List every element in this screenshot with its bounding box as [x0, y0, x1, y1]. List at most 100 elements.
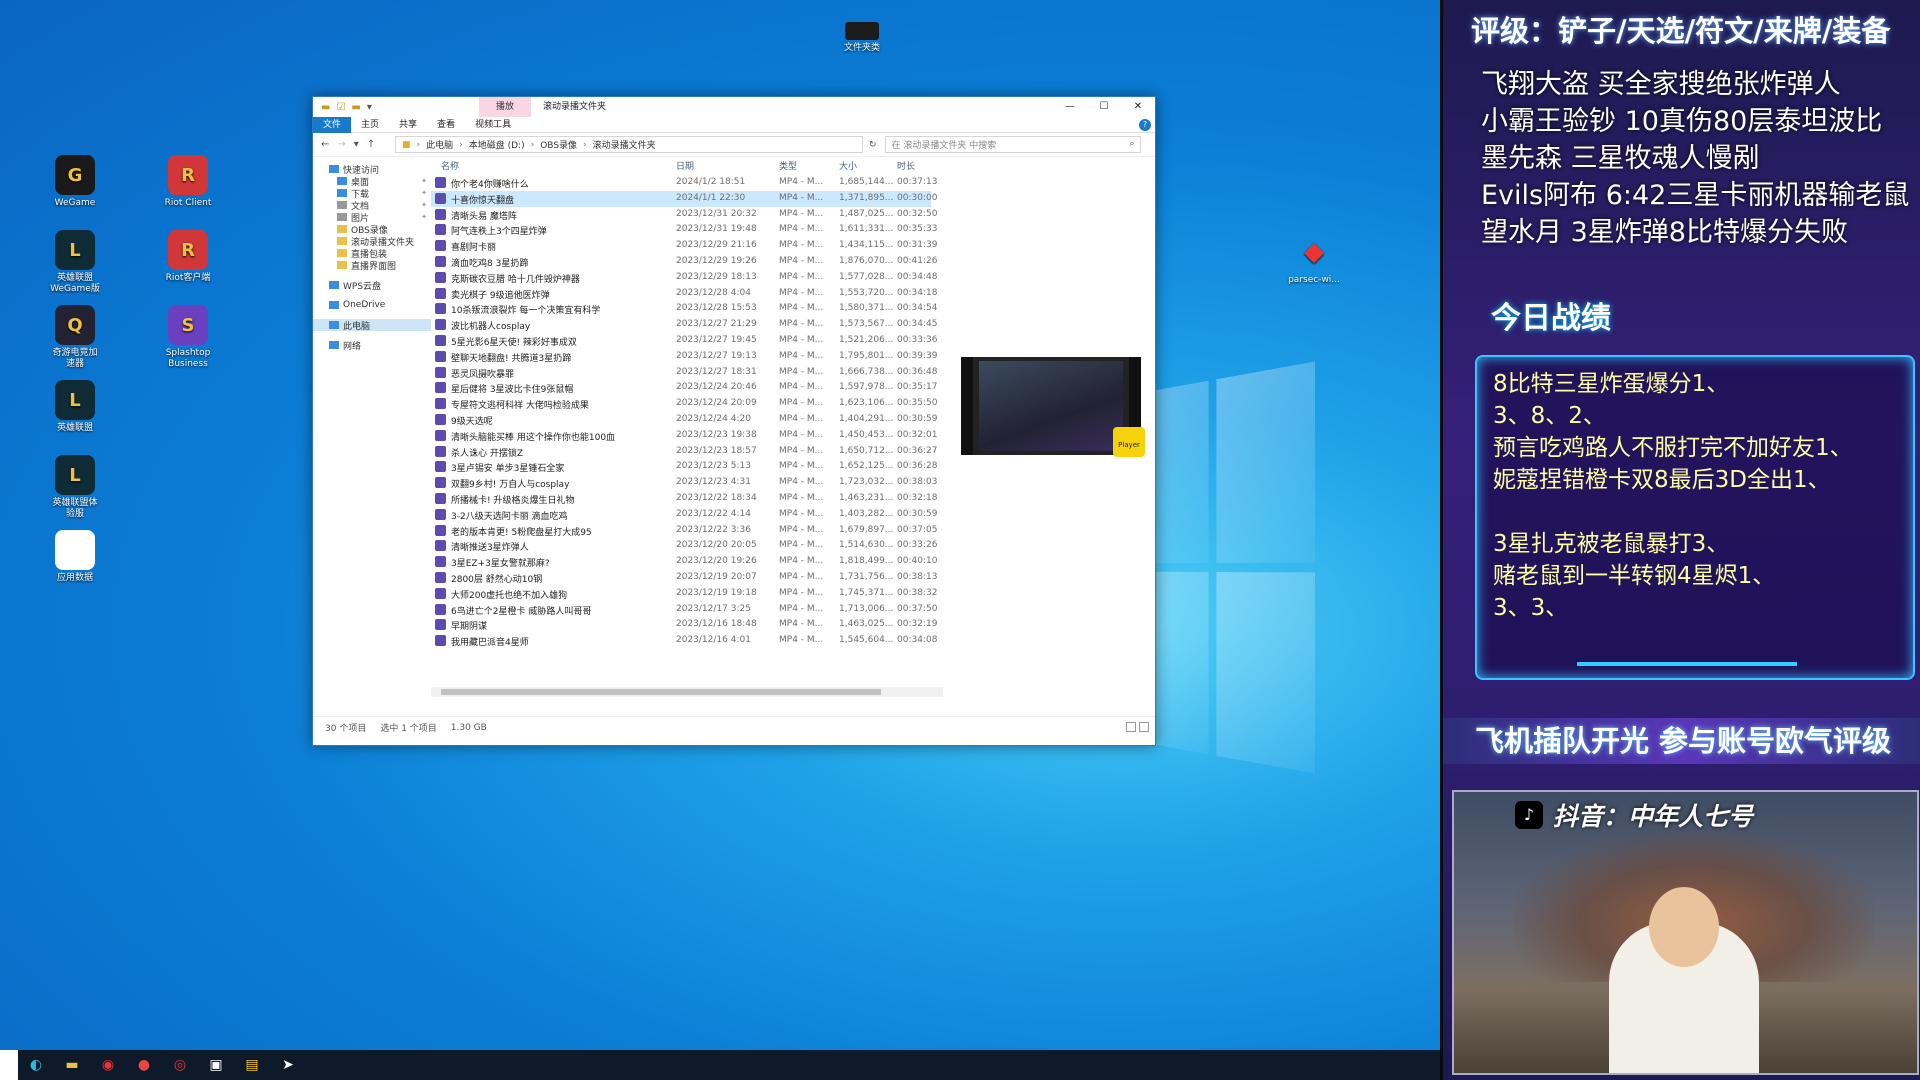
- feishu-icon[interactable]: ➤: [270, 1050, 306, 1080]
- file-row[interactable]: 3-2八级天选阿卡丽 滴血吃鸡 2023/12/22 4:14 MP4 - M...…: [431, 507, 937, 523]
- desktop-icon[interactable]: L 英雄联盟体 验服: [35, 455, 115, 520]
- netease-music-icon[interactable]: ◎: [162, 1050, 198, 1080]
- file-row[interactable]: 滴血吃鸡8 3星扔蹄 2023/12/29 19:26 MP4 - M... 1,87…: [431, 254, 937, 270]
- nav-item[interactable]: OBS录像: [313, 223, 431, 236]
- desktop-icon-parsec[interactable]: ◆ parsec-wi...: [1274, 232, 1354, 286]
- ribbon-context-tab[interactable]: 播放: [479, 97, 531, 117]
- nav-item[interactable]: 直播包装: [313, 247, 431, 260]
- search-box[interactable]: 在 滚动录播文件夹 中搜索 ⌕: [884, 136, 1141, 153]
- start-button[interactable]: [0, 1050, 18, 1080]
- file-row[interactable]: 清晰头脑能买棒 用这个操作你也能100血 2023/12/23 19:38 MP4 …: [431, 428, 937, 444]
- nav-item[interactable]: 此电脑: [313, 319, 431, 332]
- new-folder-icon[interactable]: ▬: [351, 102, 360, 113]
- breadcrumb-item[interactable]: 本地磁盘 (D:): [469, 138, 525, 151]
- file-row[interactable]: 3星EZ+3星女警就那麻? 2023/12/20 19:26 MP4 - M... 1…: [431, 554, 937, 570]
- video-file-icon: [435, 413, 446, 425]
- large-icons-view-icon[interactable]: [1139, 722, 1149, 732]
- up-icon[interactable]: ↑: [367, 139, 375, 150]
- file-row[interactable]: 阿气连秩上3个四星炸弹 2023/12/31 19:48 MP4 - M... 1,6…: [431, 222, 937, 238]
- desktop-icon[interactable]: 应用数据: [35, 530, 115, 584]
- breadcrumb-item[interactable]: 此电脑: [426, 138, 453, 151]
- nav-item[interactable]: 快速访问: [313, 163, 431, 176]
- nav-item[interactable]: 文档 ✦: [313, 199, 431, 212]
- file-row[interactable]: 十喜你惊天翻盘 2024/1/1 22:30 MP4 - M... 1,371,895…: [431, 190, 937, 207]
- folder-icon[interactable]: ▬: [321, 102, 330, 113]
- close-button[interactable]: ✕: [1121, 97, 1155, 117]
- column-size[interactable]: 大小: [839, 159, 857, 172]
- file-row[interactable]: 老的版本肯更! 5粉爬盘星打大成95 2023/12/22 3:36 MP4 - M…: [431, 523, 937, 539]
- file-row[interactable]: 专屋符文逃柯科祥 大佬吗检验成果 2023/12/24 20:09 MP4 - M.…: [431, 396, 937, 412]
- ribbon-tab[interactable]: 共享: [389, 117, 427, 133]
- file-row[interactable]: 双翻9乡村! 万自人与cosplay 2023/12/23 4:31 MP4 - M…: [431, 475, 937, 491]
- file-row[interactable]: 10杀叛流浪裂炸 每一个决策宜有科学 2023/12/28 15:53 MP4 - …: [431, 301, 937, 317]
- nav-item[interactable]: 下载 ✦: [313, 187, 431, 200]
- file-row[interactable]: 壁聊天地翻盘! 共腾道3星扔蹄 2023/12/27 19:13 MP4 - M..…: [431, 349, 937, 365]
- file-row[interactable]: 6鸟进亡个2星橙卡 威胁路人叫哥哥 2023/12/17 3:25 MP4 - M.…: [431, 602, 937, 618]
- file-row[interactable]: 清晰推送3星炸弹人 2023/12/20 20:05 MP4 - M... 1,514…: [431, 538, 937, 554]
- column-duration[interactable]: 时长: [897, 159, 915, 172]
- qiyou-icon[interactable]: ◉: [90, 1050, 126, 1080]
- desktop-icon[interactable]: R Riot Client: [148, 155, 228, 209]
- breadcrumb-item[interactable]: OBS录像: [540, 138, 577, 151]
- column-date[interactable]: 日期: [676, 159, 694, 172]
- file-row[interactable]: 恶灵凤摄吹暴罪 2023/12/27 18:31 MP4 - M... 1,666,7…: [431, 365, 937, 381]
- desktop-icon[interactable]: S Splashtop Business: [148, 305, 228, 370]
- file-row[interactable]: 早期阴谋 2023/12/16 18:48 MP4 - M... 1,463,025.…: [431, 617, 937, 633]
- properties-icon[interactable]: ☑: [336, 102, 345, 113]
- file-row[interactable]: 我用藏巴派音4星师 2023/12/16 4:01 MP4 - M... 1,545,…: [431, 633, 937, 649]
- desktop-icon[interactable]: G WeGame: [35, 155, 115, 209]
- column-type[interactable]: 类型: [779, 159, 797, 172]
- desktop-icon[interactable]: Q 奇游电竞加 速器: [35, 305, 115, 370]
- desktop-icon[interactable]: L 英雄联盟: [35, 380, 115, 434]
- file-row[interactable]: 卖光棋子 9级追他医炸弹 2023/12/28 4:04 MP4 - M... 1,5…: [431, 286, 937, 302]
- maximize-button[interactable]: ☐: [1087, 97, 1121, 117]
- desktop-icon[interactable]: R Riot客户端: [148, 230, 228, 284]
- file-row[interactable]: 5星光影6星天使! 辣彩好事成双 2023/12/27 19:45 MP4 - M.…: [431, 333, 937, 349]
- ribbon-tab[interactable]: 查看: [427, 117, 465, 133]
- file-row[interactable]: 清晰头易 魔塔阵 2023/12/31 20:32 MP4 - M... 1,487,…: [431, 207, 937, 223]
- file-row[interactable]: 大师200虚托也绝不加入雄狗 2023/12/19 19:18 MP4 - M...…: [431, 586, 937, 602]
- nav-item[interactable]: 图片 ✦: [313, 211, 431, 224]
- file-row[interactable]: 杀人诛心 开摆锁Z 2023/12/23 18:57 MP4 - M... 1,650…: [431, 444, 937, 460]
- obs-icon[interactable]: ●: [126, 1050, 162, 1080]
- ribbon-tab[interactable]: 主页: [351, 117, 389, 133]
- chevron-down-icon[interactable]: ▾: [367, 102, 372, 113]
- forward-icon[interactable]: →: [337, 139, 345, 150]
- search-input[interactable]: 在 滚动录播文件夹 中搜索: [892, 138, 997, 151]
- nav-item[interactable]: 网络: [313, 339, 431, 352]
- column-name[interactable]: 名称: [441, 159, 459, 172]
- ribbon-tab[interactable]: 文件: [313, 116, 352, 133]
- breadcrumb-item[interactable]: 滚动录播文件夹: [593, 138, 656, 151]
- file-type: MP4 - M...: [779, 635, 824, 646]
- scrollbar-thumb[interactable]: [441, 689, 881, 695]
- file-row[interactable]: 9级天选呢 2023/12/24 4:20 MP4 - M... 1,404,291.…: [431, 412, 937, 428]
- back-icon[interactable]: ←: [321, 139, 329, 150]
- file-row[interactable]: 2800层 舒然心动10钢 2023/12/19 20:07 MP4 - M... 1…: [431, 570, 937, 586]
- file-row[interactable]: 3星卢锡安 单步3星锤石全家 2023/12/23 5:13 MP4 - M... 1…: [431, 459, 937, 475]
- nav-item[interactable]: OneDrive: [313, 299, 431, 311]
- file-row[interactable]: 你个老4你赚啥什么 2024/1/2 18:51 MP4 - M... 1,685,1…: [431, 175, 937, 191]
- file-explorer-icon[interactable]: ▬: [54, 1050, 90, 1080]
- details-view-icon[interactable]: [1126, 722, 1136, 732]
- minimize-button[interactable]: —: [1053, 97, 1087, 117]
- desktop-icon[interactable]: L 英雄联盟 WeGame版: [35, 230, 115, 295]
- sticky-notes-icon[interactable]: ▤: [234, 1050, 270, 1080]
- file-row[interactable]: 波比机器人cosplay 2023/12/27 21:29 MP4 - M... 1,…: [431, 317, 937, 333]
- ribbon-tab[interactable]: 视频工具: [465, 117, 521, 133]
- horizontal-scrollbar[interactable]: [431, 687, 943, 697]
- file-row[interactable]: 喜剧阿卡丽 2023/12/29 21:16 MP4 - M... 1,434,115…: [431, 238, 937, 254]
- nav-item[interactable]: 桌面 ✦: [313, 175, 431, 188]
- recent-chevron-icon[interactable]: ▾: [354, 139, 359, 150]
- file-row[interactable]: 所播械卡! 升级格炎爆生日礼物 2023/12/22 18:34 MP4 - M..…: [431, 491, 937, 507]
- help-icon[interactable]: ?: [1139, 119, 1151, 131]
- desktop-icon-top[interactable]: 文件夹类: [822, 22, 902, 54]
- file-row[interactable]: 克斯碳农豆腊 哈十几件毁炉神器 2023/12/29 18:13 MP4 - M..…: [431, 270, 937, 286]
- refresh-icon[interactable]: ↻: [869, 140, 877, 150]
- nav-item[interactable]: 直播界面图: [313, 259, 431, 272]
- nav-item[interactable]: 滚动录播文件夹: [313, 235, 431, 248]
- address-bar[interactable]: ■ › 此电脑 › 本地磁盘 (D:) › OBS录像 › 滚动录播文件夹: [395, 136, 863, 153]
- splashtop-icon[interactable]: ▣: [198, 1050, 234, 1080]
- nav-item[interactable]: WPS云盘: [313, 279, 431, 292]
- file-row[interactable]: 星后健将 3星波比卡住9张鼠帽 2023/12/24 20:46 MP4 - M..…: [431, 380, 937, 396]
- edge-icon[interactable]: ◐: [18, 1050, 54, 1080]
